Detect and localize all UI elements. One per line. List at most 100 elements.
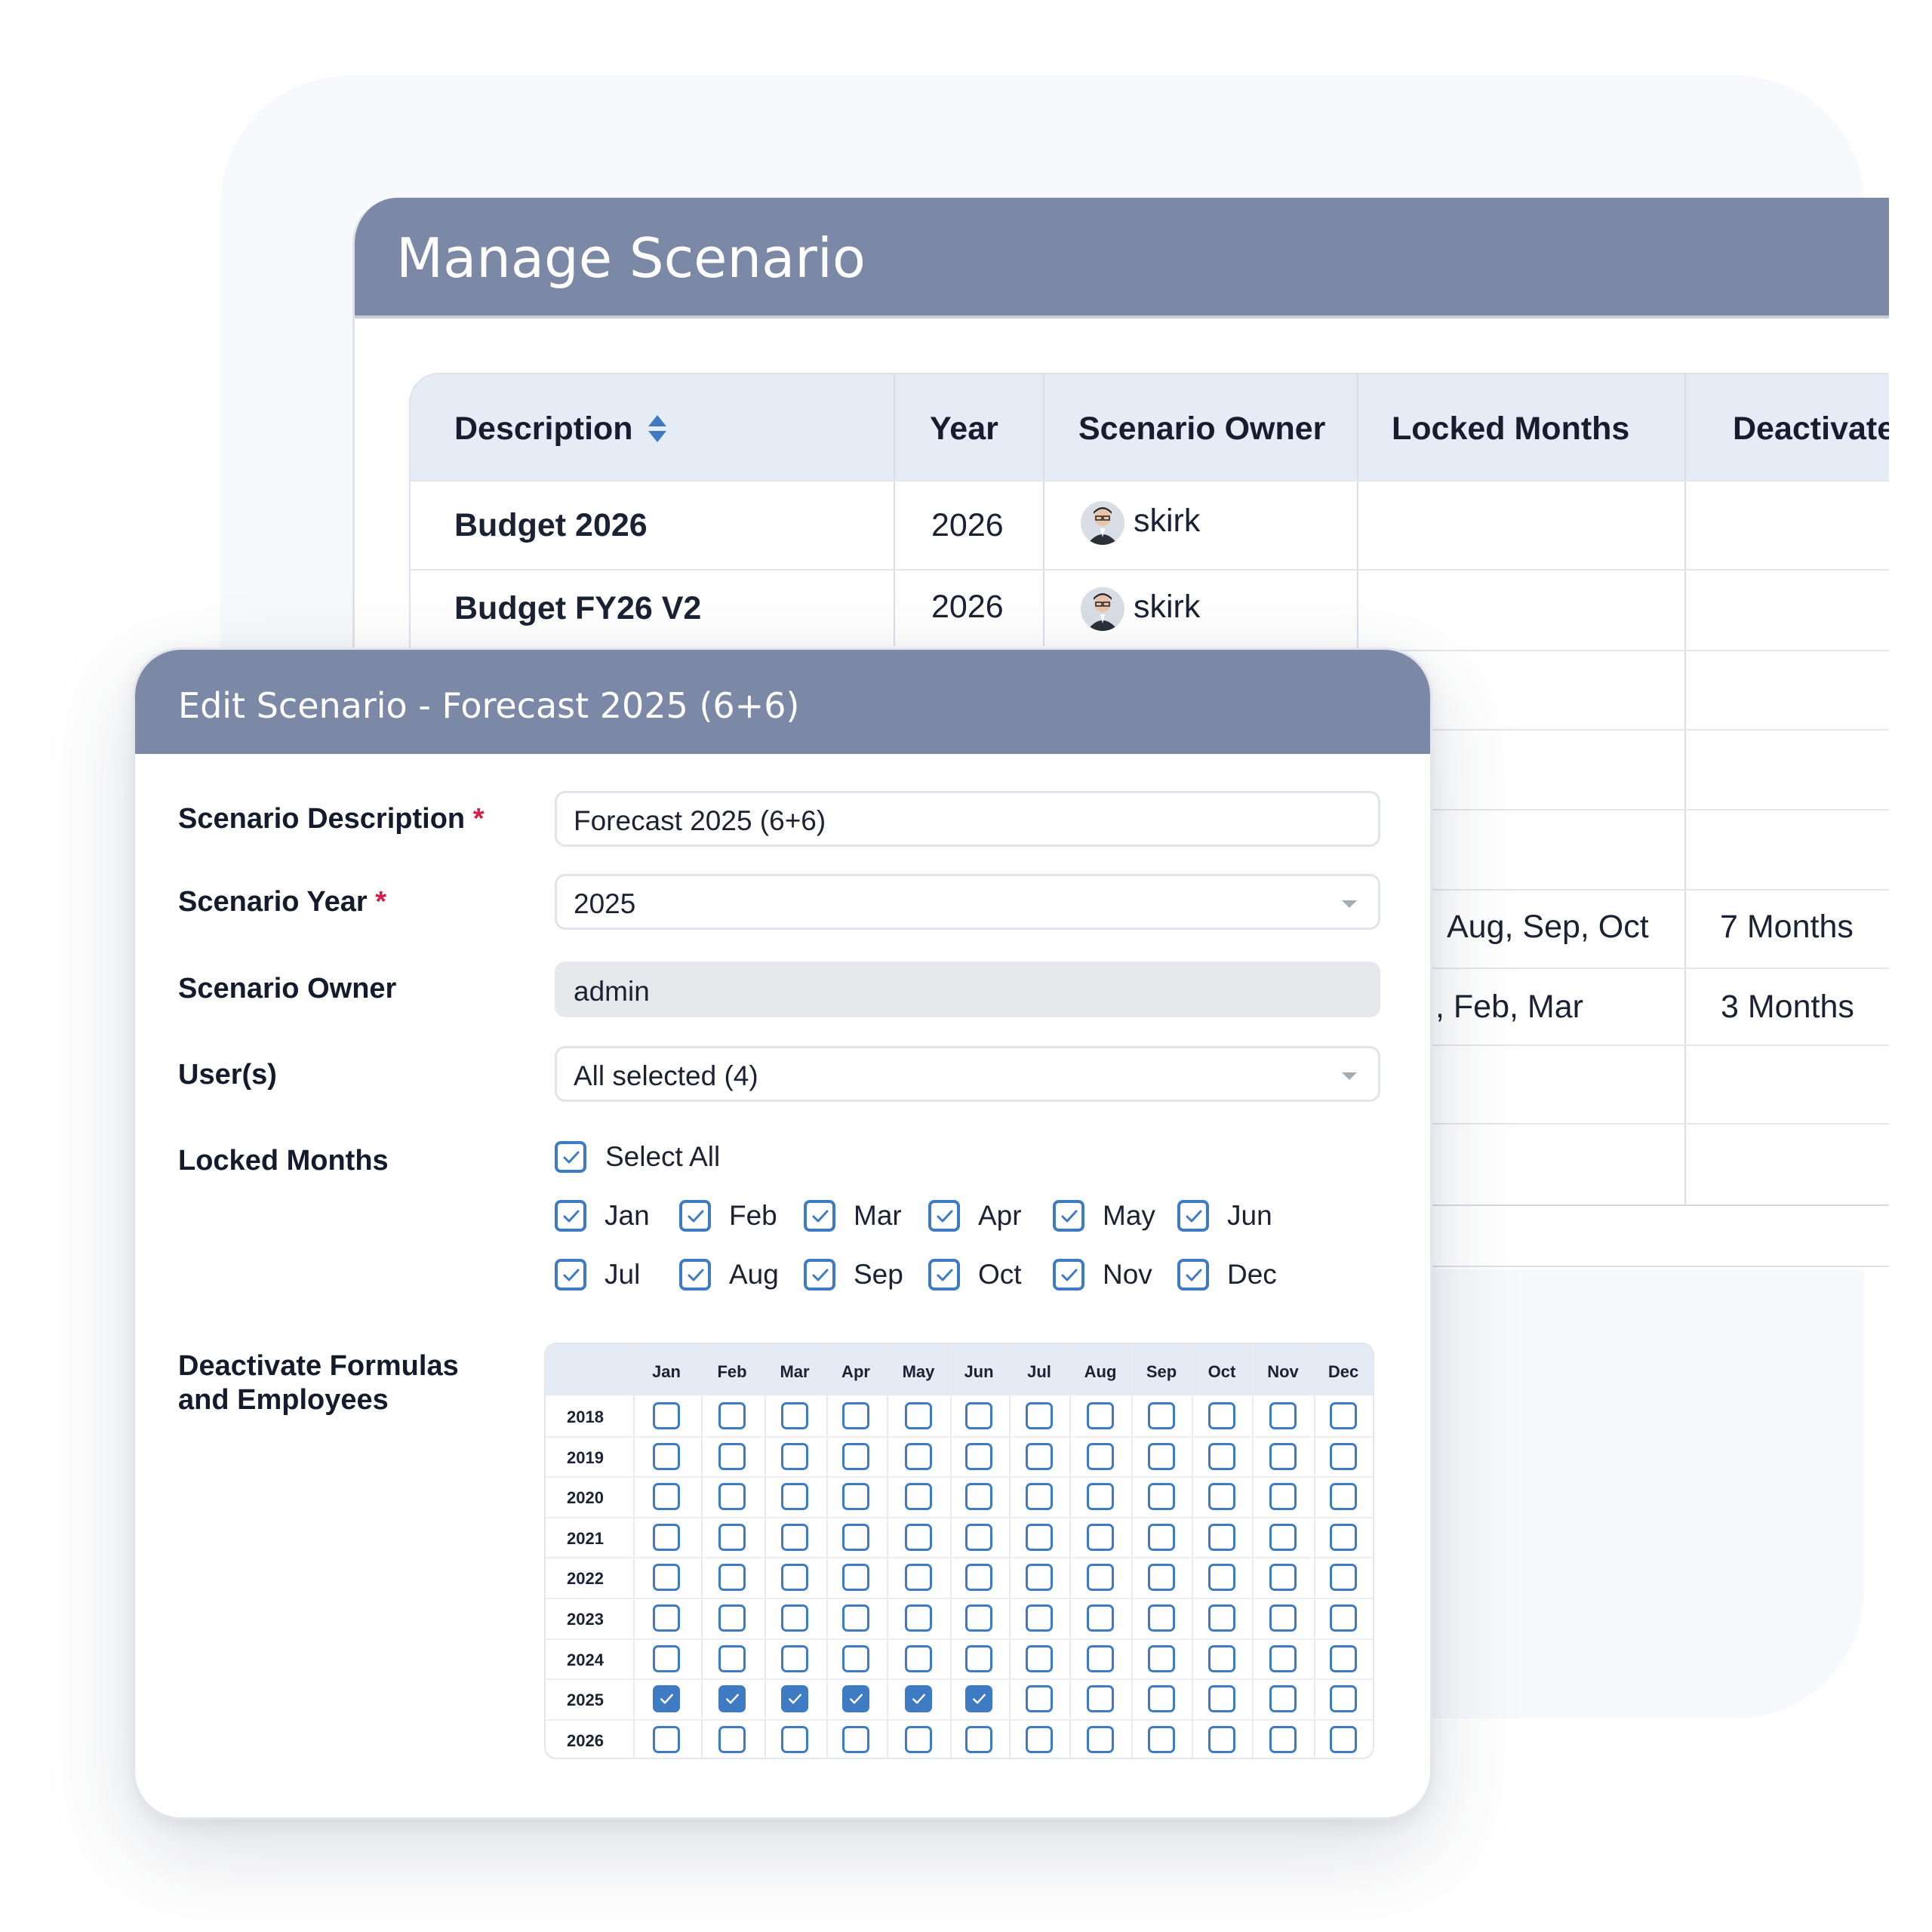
deactivate-checkbox-2021-jan[interactable] xyxy=(653,1523,680,1551)
deactivate-checkbox-2026-feb[interactable] xyxy=(718,1725,746,1753)
deactivate-checkbox-2024-apr[interactable] xyxy=(842,1644,869,1672)
deactivate-checkbox-2018-aug[interactable] xyxy=(1087,1402,1114,1429)
deactivate-checkbox-2025-nov[interactable] xyxy=(1269,1685,1297,1713)
deactivate-checkbox-2021-apr[interactable] xyxy=(842,1523,869,1551)
deactivate-checkbox-2022-mar[interactable] xyxy=(781,1564,808,1592)
deactivate-checkbox-2019-apr[interactable] xyxy=(842,1442,869,1470)
column-header-owner[interactable]: Scenario Owner xyxy=(1078,411,1325,448)
deactivate-checkbox-2018-jul[interactable] xyxy=(1026,1402,1053,1429)
deactivate-checkbox-2026-aug[interactable] xyxy=(1087,1725,1114,1753)
month-checkbox-mar[interactable] xyxy=(804,1200,835,1232)
deactivate-checkbox-2020-jan[interactable] xyxy=(653,1483,680,1511)
deactivate-checkbox-2025-oct[interactable] xyxy=(1208,1685,1235,1713)
deactivate-checkbox-2026-jun[interactable] xyxy=(965,1725,992,1753)
deactivate-checkbox-2019-aug[interactable] xyxy=(1087,1442,1114,1470)
select-all-checkbox[interactable] xyxy=(555,1141,586,1173)
column-header-year[interactable]: Year xyxy=(930,411,998,448)
deactivate-checkbox-2022-apr[interactable] xyxy=(842,1564,869,1592)
month-checkbox-jun[interactable] xyxy=(1177,1200,1209,1232)
deactivate-checkbox-2023-sep[interactable] xyxy=(1148,1604,1175,1632)
deactivate-checkbox-2022-nov[interactable] xyxy=(1269,1564,1297,1592)
month-label-apr[interactable]: Apr xyxy=(978,1200,1022,1232)
deactivate-checkbox-2026-jan[interactable] xyxy=(653,1725,680,1753)
column-header-locked-months[interactable]: Locked Months xyxy=(1392,411,1629,448)
deactivate-checkbox-2020-may[interactable] xyxy=(905,1483,932,1511)
month-checkbox-may[interactable] xyxy=(1053,1200,1084,1232)
deactivate-checkbox-2023-apr[interactable] xyxy=(842,1604,869,1632)
month-checkbox-sep[interactable] xyxy=(804,1259,835,1291)
deactivate-checkbox-2021-sep[interactable] xyxy=(1148,1523,1175,1551)
deactivate-checkbox-2021-dec[interactable] xyxy=(1330,1523,1357,1551)
scenario-description-input[interactable]: Forecast 2025 (6+6) xyxy=(555,791,1380,847)
month-checkbox-oct[interactable] xyxy=(928,1259,960,1291)
month-checkbox-apr[interactable] xyxy=(928,1200,960,1232)
deactivate-checkbox-2019-jul[interactable] xyxy=(1026,1442,1053,1470)
month-label-aug[interactable]: Aug xyxy=(729,1259,779,1291)
deactivate-checkbox-2021-may[interactable] xyxy=(905,1523,932,1551)
deactivate-checkbox-2024-nov[interactable] xyxy=(1269,1644,1297,1672)
deactivate-checkbox-2026-may[interactable] xyxy=(905,1725,932,1753)
month-label-sep[interactable]: Sep xyxy=(854,1259,903,1291)
scenario-year-select[interactable]: 2025 xyxy=(555,874,1380,930)
deactivate-checkbox-2025-jan[interactable] xyxy=(653,1685,680,1713)
deactivate-checkbox-2024-jul[interactable] xyxy=(1026,1644,1053,1672)
deactivate-checkbox-2020-apr[interactable] xyxy=(842,1483,869,1511)
deactivate-checkbox-2026-apr[interactable] xyxy=(842,1725,869,1753)
month-label-oct[interactable]: Oct xyxy=(978,1259,1022,1291)
deactivate-checkbox-2023-jul[interactable] xyxy=(1026,1604,1053,1632)
month-label-jan[interactable]: Jan xyxy=(605,1200,650,1232)
deactivate-checkbox-2019-mar[interactable] xyxy=(781,1442,808,1470)
deactivate-checkbox-2024-feb[interactable] xyxy=(718,1644,746,1672)
deactivate-checkbox-2018-sep[interactable] xyxy=(1148,1402,1175,1429)
deactivate-checkbox-2019-oct[interactable] xyxy=(1208,1442,1235,1470)
deactivate-checkbox-2020-dec[interactable] xyxy=(1330,1483,1357,1511)
deactivate-checkbox-2026-jul[interactable] xyxy=(1026,1725,1053,1753)
deactivate-checkbox-2020-nov[interactable] xyxy=(1269,1483,1297,1511)
deactivate-checkbox-2026-dec[interactable] xyxy=(1330,1725,1357,1753)
deactivate-checkbox-2019-dec[interactable] xyxy=(1330,1442,1357,1470)
month-label-may[interactable]: May xyxy=(1103,1200,1155,1232)
deactivate-checkbox-2022-jul[interactable] xyxy=(1026,1564,1053,1592)
column-header-deactivate[interactable]: Deactivate xyxy=(1733,411,1889,448)
deactivate-checkbox-2023-dec[interactable] xyxy=(1330,1604,1357,1632)
deactivate-checkbox-2020-oct[interactable] xyxy=(1208,1483,1235,1511)
deactivate-checkbox-2022-jan[interactable] xyxy=(653,1564,680,1592)
deactivate-checkbox-2021-aug[interactable] xyxy=(1087,1523,1114,1551)
month-checkbox-jan[interactable] xyxy=(555,1200,586,1232)
deactivate-checkbox-2018-dec[interactable] xyxy=(1330,1402,1357,1429)
deactivate-checkbox-2023-may[interactable] xyxy=(905,1604,932,1632)
deactivate-checkbox-2026-oct[interactable] xyxy=(1208,1725,1235,1753)
deactivate-checkbox-2025-aug[interactable] xyxy=(1087,1685,1114,1713)
deactivate-checkbox-2024-jun[interactable] xyxy=(965,1644,992,1672)
deactivate-checkbox-2018-jan[interactable] xyxy=(653,1402,680,1429)
deactivate-checkbox-2023-jun[interactable] xyxy=(965,1604,992,1632)
deactivate-checkbox-2019-feb[interactable] xyxy=(718,1442,746,1470)
deactivate-checkbox-2024-may[interactable] xyxy=(905,1644,932,1672)
deactivate-checkbox-2022-feb[interactable] xyxy=(718,1564,746,1592)
deactivate-checkbox-2020-feb[interactable] xyxy=(718,1483,746,1511)
deactivate-checkbox-2023-nov[interactable] xyxy=(1269,1604,1297,1632)
deactivate-checkbox-2018-apr[interactable] xyxy=(842,1402,869,1429)
deactivate-checkbox-2025-may[interactable] xyxy=(905,1685,932,1713)
deactivate-checkbox-2019-sep[interactable] xyxy=(1148,1442,1175,1470)
table-cell-description[interactable]: Budget FY26 V2 xyxy=(454,590,701,627)
deactivate-checkbox-2025-mar[interactable] xyxy=(781,1685,808,1713)
month-checkbox-dec[interactable] xyxy=(1177,1259,1209,1291)
deactivate-checkbox-2024-dec[interactable] xyxy=(1330,1644,1357,1672)
deactivate-checkbox-2022-may[interactable] xyxy=(905,1564,932,1592)
deactivate-checkbox-2023-oct[interactable] xyxy=(1208,1604,1235,1632)
deactivate-checkbox-2020-mar[interactable] xyxy=(781,1483,808,1511)
deactivate-checkbox-2020-jul[interactable] xyxy=(1026,1483,1053,1511)
deactivate-checkbox-2021-jul[interactable] xyxy=(1026,1523,1053,1551)
table-cell-description[interactable]: Budget 2026 xyxy=(454,507,648,544)
deactivate-checkbox-2024-jan[interactable] xyxy=(653,1644,680,1672)
sort-icon[interactable] xyxy=(647,414,668,444)
deactivate-checkbox-2020-jun[interactable] xyxy=(965,1483,992,1511)
deactivate-checkbox-2020-sep[interactable] xyxy=(1148,1483,1175,1511)
deactivate-checkbox-2025-dec[interactable] xyxy=(1330,1685,1357,1713)
select-all-label[interactable]: Select All xyxy=(605,1141,720,1173)
month-label-jul[interactable]: Jul xyxy=(605,1259,640,1291)
deactivate-checkbox-2023-jan[interactable] xyxy=(653,1604,680,1632)
deactivate-checkbox-2021-nov[interactable] xyxy=(1269,1523,1297,1551)
deactivate-checkbox-2024-sep[interactable] xyxy=(1148,1644,1175,1672)
